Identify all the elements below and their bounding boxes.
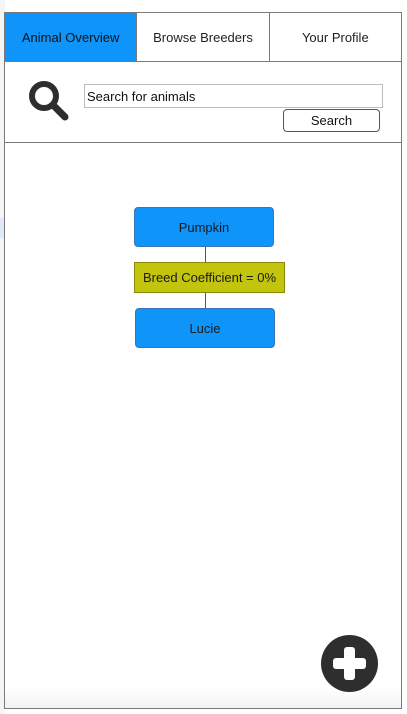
search-icon[interactable] bbox=[27, 79, 69, 121]
breed-coefficient-label: Breed Coefficient = 0% bbox=[142, 270, 277, 285]
tab-browse-breeders-label: Browse Breeders bbox=[153, 29, 253, 45]
tab-animal-overview[interactable]: Animal Overview bbox=[5, 13, 138, 61]
tab-bar: Animal Overview Browse Breeders Your Pro… bbox=[5, 13, 401, 62]
pedigree-tree: Pumpkin Breed Coefficient = 0% Lucie bbox=[5, 143, 401, 543]
connector-top bbox=[205, 246, 206, 263]
tab-browse-breeders[interactable]: Browse Breeders bbox=[137, 13, 270, 61]
search-button-label: Search bbox=[310, 113, 353, 128]
tab-animal-overview-label: Animal Overview bbox=[21, 29, 120, 45]
connector-bottom bbox=[205, 293, 206, 309]
animal-node-lucie-label: Lucie bbox=[189, 320, 221, 336]
search-area: Search bbox=[5, 62, 401, 143]
tab-your-profile[interactable]: Your Profile bbox=[269, 13, 401, 61]
add-animal-button[interactable] bbox=[321, 635, 378, 692]
plus-icon bbox=[333, 647, 366, 680]
breed-coefficient-node: Breed Coefficient = 0% bbox=[134, 262, 285, 293]
animal-node-pumpkin-label: Pumpkin bbox=[178, 219, 230, 235]
search-input[interactable] bbox=[84, 84, 383, 108]
search-button[interactable]: Search bbox=[283, 109, 380, 132]
app-frame: Animal Overview Browse Breeders Your Pro… bbox=[4, 12, 402, 709]
animal-node-pumpkin[interactable]: Pumpkin bbox=[134, 207, 274, 247]
tab-your-profile-label: Your Profile bbox=[301, 29, 369, 45]
animal-node-lucie[interactable]: Lucie bbox=[135, 308, 275, 348]
